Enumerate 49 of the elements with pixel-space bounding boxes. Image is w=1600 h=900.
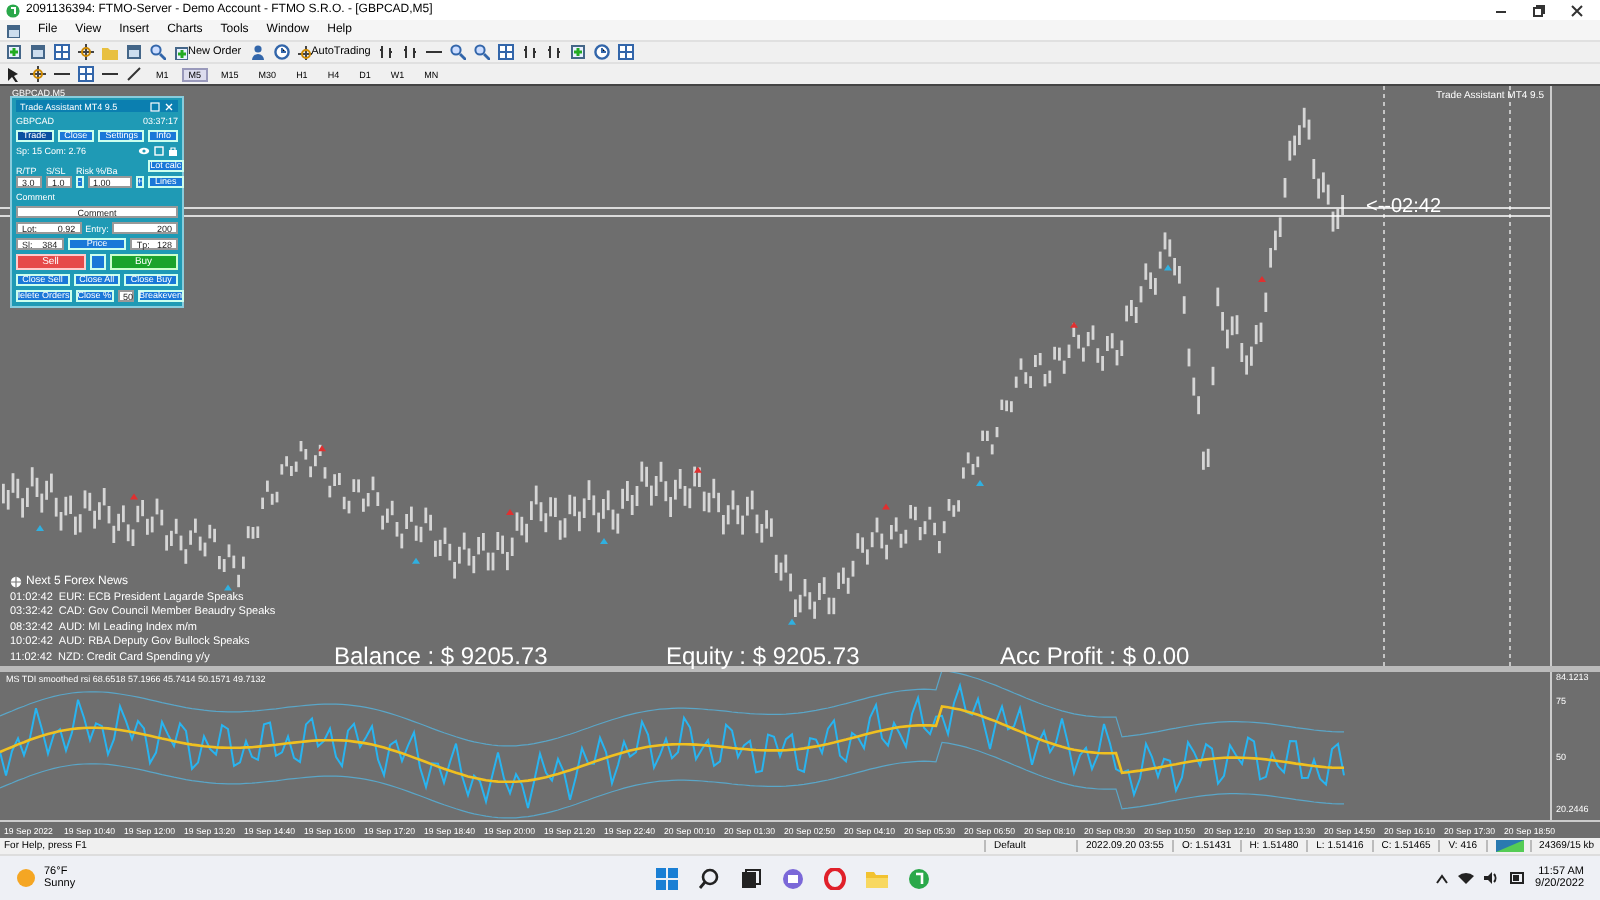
lock-icon[interactable] [168, 146, 178, 156]
signal-arrow-icon [506, 509, 514, 515]
signal-arrow-icon [788, 618, 796, 625]
document-icon[interactable] [6, 23, 20, 37]
task-view-icon[interactable] [740, 867, 762, 889]
window-icon[interactable] [126, 44, 142, 60]
tile-windows-icon[interactable] [498, 44, 515, 60]
search-icon[interactable] [698, 867, 720, 889]
sun-icon [16, 868, 36, 888]
crosshair-icon[interactable] [78, 44, 94, 60]
crosshair-icon[interactable] [30, 66, 46, 82]
signal-arrow-icon [1164, 264, 1172, 271]
person-icon[interactable] [249, 44, 266, 60]
chart-window-icon[interactable] [54, 44, 70, 60]
speaker-icon[interactable] [1483, 872, 1500, 884]
signal-arrow-icon [1258, 276, 1266, 282]
signal-arrow-icon [882, 503, 890, 510]
zoom-in-icon[interactable] [450, 44, 467, 60]
new-chart-icon[interactable] [6, 44, 22, 60]
app-logo-icon[interactable] [908, 867, 930, 889]
plus-icon [174, 45, 188, 59]
signal-arrow-icon [976, 480, 984, 486]
wifi-icon[interactable] [1457, 872, 1474, 884]
windows-start-icon[interactable] [656, 867, 678, 889]
signal-arrow-icon [1070, 321, 1078, 328]
signal-arrow-icon [224, 584, 232, 591]
account-summary: Acc Profit : $ 0.00 [1000, 642, 1190, 670]
signal-arrow-icon [600, 538, 608, 544]
indicators-icon[interactable] [570, 44, 587, 60]
chat-icon[interactable] [782, 867, 804, 889]
eye-icon[interactable] [138, 146, 150, 156]
battery-icon[interactable] [1509, 872, 1526, 884]
toggle-button[interactable] [89, 254, 105, 270]
close-icon[interactable] [1570, 3, 1584, 17]
account-summary: Equity : $ 9205.73 [666, 642, 860, 670]
restore-icon[interactable] [1532, 3, 1546, 17]
caret-icon[interactable] [1435, 873, 1448, 883]
signal-arrow-icon [694, 466, 702, 473]
signal-arrow-icon [412, 557, 420, 564]
trendline-icon[interactable] [126, 66, 142, 82]
bar-chart-icon[interactable] [378, 44, 395, 60]
opera-icon[interactable] [824, 867, 846, 889]
zoom-out-icon[interactable] [474, 44, 491, 60]
connection-icon [1495, 840, 1524, 852]
account-summary: Balance : $ 9205.73 [334, 642, 548, 670]
cursor-icon[interactable] [6, 66, 22, 82]
signal-arrow-icon [130, 493, 138, 500]
signal-arrow-icon [318, 445, 326, 452]
signal-arrow-icon [36, 525, 44, 531]
